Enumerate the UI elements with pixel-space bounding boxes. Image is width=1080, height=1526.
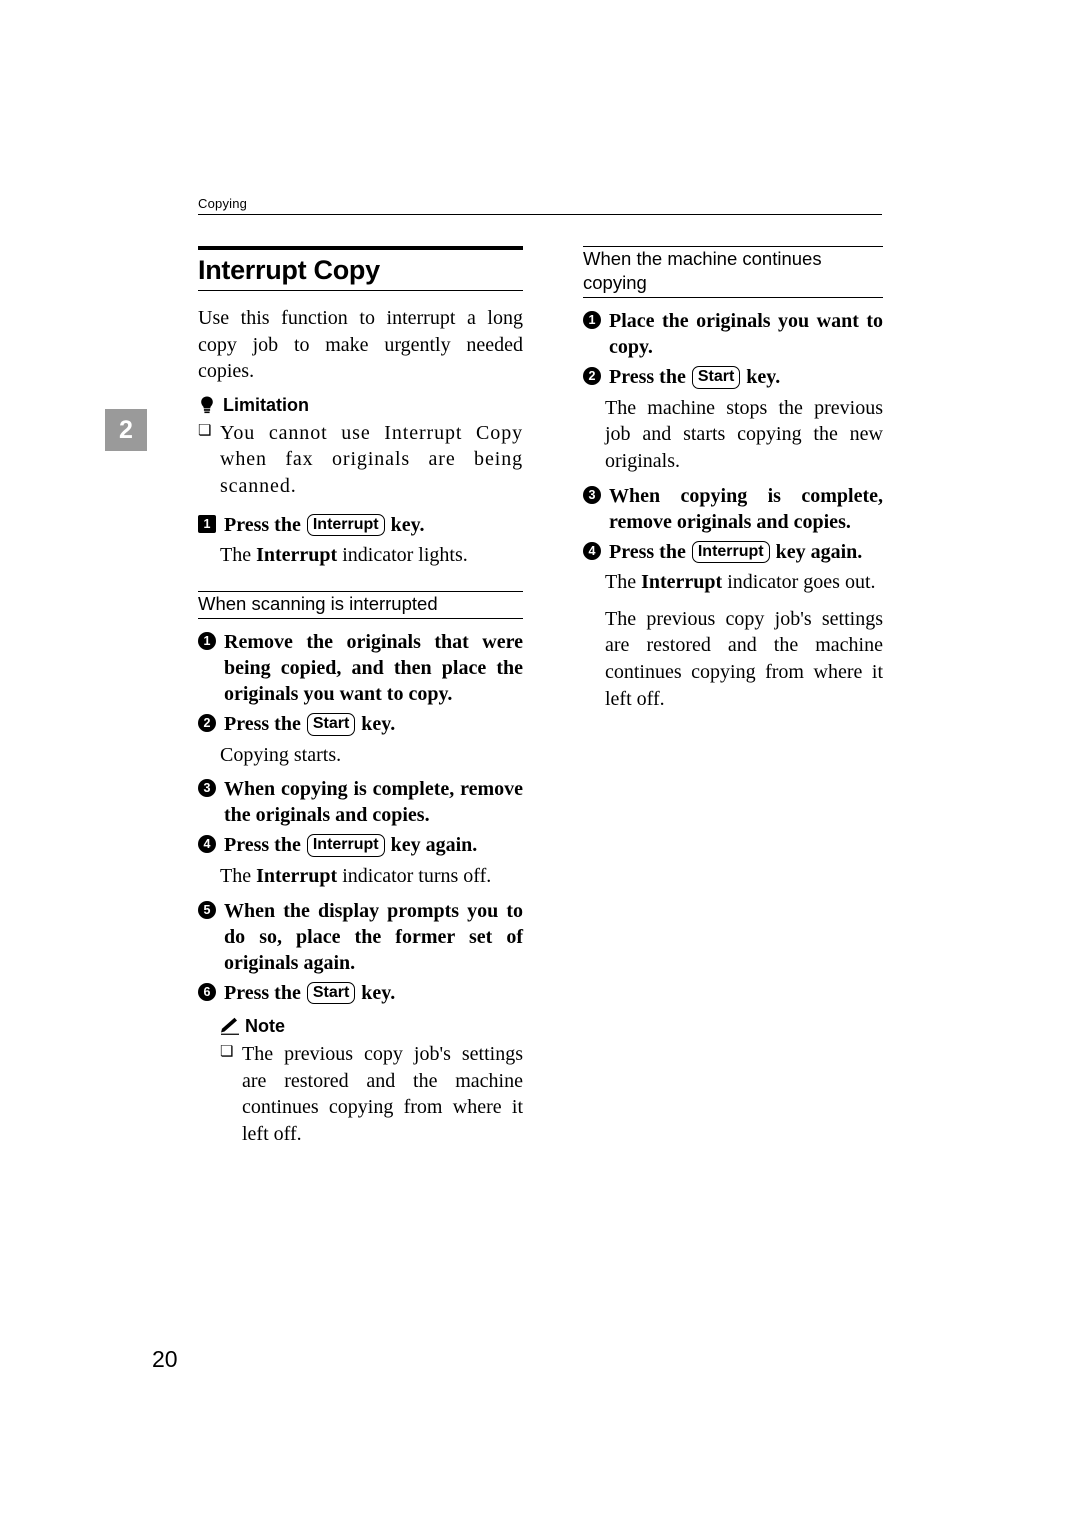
step-4-body: The Interrupt indicator goes out. (605, 569, 883, 596)
step-text: When copying is complete, remove the ori… (224, 778, 523, 827)
right-column: When the machine continues copying 1 Pla… (583, 246, 883, 720)
step-1: 1 Place the originals you want to copy. (583, 308, 883, 360)
body-text-after: indicator goes out. (722, 571, 876, 594)
step-marker: 3 (198, 779, 216, 798)
intro-paragraph: Use this function to interrupt a long co… (198, 307, 523, 383)
step-text-after-key: key. (356, 713, 396, 736)
step-text-before-key: Press the (224, 981, 306, 1004)
step-2: 2 Press the Start key. (583, 364, 883, 391)
step-5: 5 When the display prompts you to do so,… (198, 898, 523, 976)
step-marker: 1 (583, 311, 601, 330)
limitation-label: Limitation (223, 394, 309, 415)
step-text-before-key: Press the (609, 540, 691, 563)
step-text-after-key: key again. (770, 540, 863, 563)
step-text-before-key: Press the (224, 513, 306, 536)
section-title-block: Interrupt Copy (198, 246, 523, 291)
body-text-before: The (220, 864, 257, 887)
step-text: Remove the originals that were being cop… (224, 631, 523, 706)
body-text-before: The (605, 571, 642, 594)
subhead-rule-bottom (583, 297, 883, 299)
start-key: Start (306, 981, 356, 1005)
note-label: Note (245, 1016, 285, 1037)
step-1: 1 Remove the originals that were being c… (198, 629, 523, 707)
step-main-body: The Interrupt indicator lights. (220, 542, 523, 569)
step-2-body: Copying starts. (220, 743, 342, 766)
step-marker: 4 (198, 835, 216, 854)
left-column: Interrupt Copy Use this function to inte… (198, 246, 523, 1153)
body-text-before: The (220, 544, 257, 567)
limitation-callout-heading: Limitation (198, 395, 523, 416)
note-item: ❏ The previous copy job's settings are r… (220, 1041, 523, 1147)
step-text-after-key: key. (356, 981, 396, 1004)
step-text-before-key: Press the (224, 713, 306, 736)
start-key: Start (306, 713, 356, 736)
step-text-after-key: key again. (385, 834, 478, 857)
interrupt-key: Interrupt (306, 834, 385, 857)
bullet-marker-icon: ❏ (220, 1043, 234, 1061)
step-marker: 2 (198, 714, 216, 733)
step-marker: 1 (198, 514, 216, 533)
subhead-rule-bottom (198, 618, 523, 620)
step-marker: 6 (198, 982, 216, 1001)
limitation-item-text: You cannot use Interrupt Copy when fax o… (220, 421, 523, 497)
page-title: Interrupt Copy (198, 255, 380, 285)
step-marker: 4 (583, 541, 601, 560)
step-text: When the display prompts you to do so, p… (224, 899, 523, 974)
step-2-body: The machine stops the previous job and s… (605, 396, 883, 473)
step-text: When copying is complete, remove origina… (609, 484, 883, 533)
subsection-machine-continues: When the machine continues copying (583, 246, 883, 299)
body-text-after: indicator lights. (337, 544, 468, 567)
page-number: 20 (152, 1346, 178, 1372)
step-text-after-key: key. (741, 366, 781, 389)
step-3: 3 When copying is complete, remove the o… (198, 776, 523, 828)
step-text: Place the originals you want to copy. (609, 310, 883, 359)
note-callout-heading: Note (220, 1016, 523, 1037)
step-text-after-key: key. (385, 513, 425, 536)
step-2: 2 Press the Start key. (198, 711, 523, 738)
step-4: 4 Press the Interrupt key again. (583, 539, 883, 566)
step-main: 1 Press the Interrupt key. (198, 512, 523, 539)
page-header: Copying (198, 196, 882, 215)
interrupt-key: Interrupt (691, 540, 770, 564)
document-page: Copying 2 Interrupt Copy Use this functi… (0, 0, 1080, 1526)
subsection-heading: When the machine continues copying (583, 248, 822, 293)
step-marker: 5 (198, 900, 216, 919)
header-divider (198, 214, 882, 215)
body-text-bold: Interrupt (256, 864, 338, 887)
running-head: Copying (198, 196, 248, 211)
start-key: Start (691, 366, 741, 389)
note-pencil-icon (220, 1017, 239, 1037)
step-marker: 1 (198, 632, 216, 651)
body-text-bold: Interrupt (641, 571, 723, 594)
limitation-item: ❏ You cannot use Interrupt Copy when fax… (198, 420, 523, 500)
step-marker: 3 (583, 485, 601, 504)
step-text-before-key: Press the (224, 834, 306, 857)
title-rule-bottom (198, 290, 523, 291)
interrupt-key: Interrupt (306, 513, 385, 537)
step-marker: 2 (583, 367, 601, 386)
chapter-tab: 2 (105, 409, 147, 451)
subsection-heading: When scanning is interrupted (198, 592, 438, 614)
subsection-scanning-interrupted: When scanning is interrupted (198, 590, 523, 620)
step-4-body: The Interrupt indicator turns off. (220, 863, 523, 890)
note-item-text: The previous copy job's settings are res… (242, 1043, 523, 1145)
body-text-after: indicator turns off. (337, 864, 492, 887)
bullet-marker-icon: ❏ (198, 421, 213, 439)
step-text-before-key: Press the (609, 366, 691, 389)
limitation-bulb-icon (198, 395, 216, 415)
title-rule-top (198, 246, 523, 250)
body-text-bold: Interrupt (256, 544, 338, 567)
step-3: 3 When copying is complete, remove origi… (583, 483, 883, 535)
step-4: 4 Press the Interrupt key again. (198, 832, 523, 859)
step-6: 6 Press the Start key. (198, 980, 523, 1007)
closing-paragraph: The previous copy job's settings are res… (605, 607, 883, 710)
